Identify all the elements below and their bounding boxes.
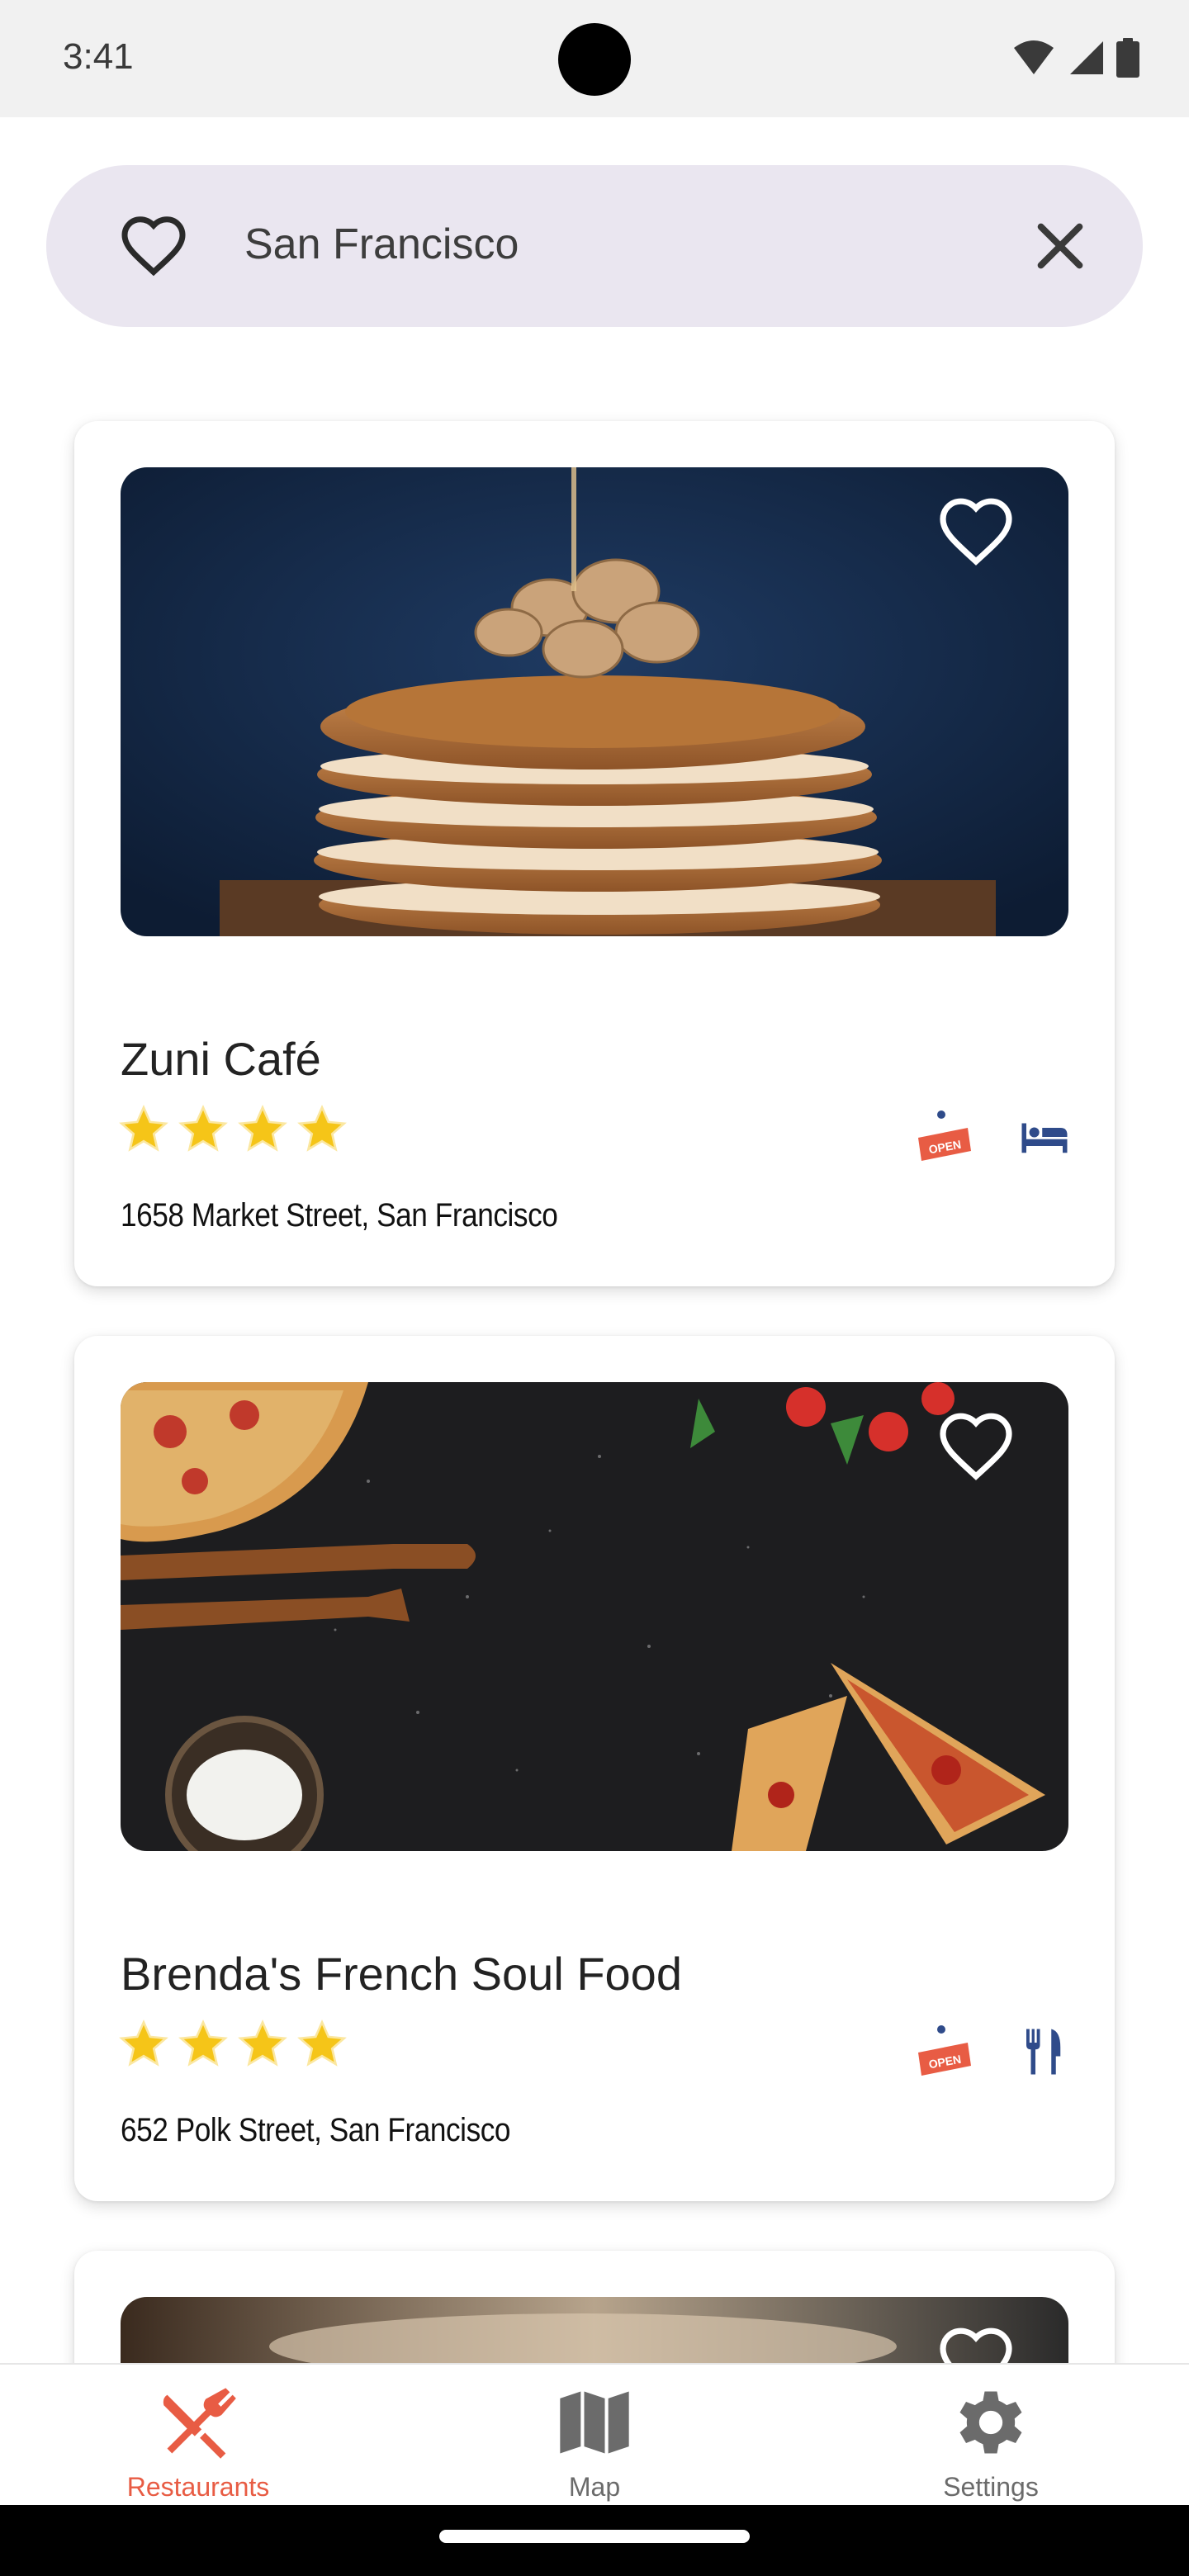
nav-item-restaurants[interactable]: Restaurants (0, 2365, 396, 2507)
nav-label-map: Map (568, 2472, 621, 2502)
status-icons (1012, 38, 1139, 78)
restaurant-address: 1658 Market Street, San Francisco (121, 1197, 558, 1234)
open-sign-icon: OPEN (918, 1110, 971, 1161)
search-input[interactable]: San Francisco (244, 220, 519, 269)
nav-label-restaurants: Restaurants (126, 2472, 270, 2502)
signal-icon (1070, 41, 1103, 74)
home-indicator[interactable] (439, 2530, 750, 2543)
star-icon (119, 2020, 168, 2067)
map-icon (560, 2391, 629, 2454)
nav-item-settings[interactable]: Settings (793, 2365, 1189, 2507)
restaurant-name: Brenda's French Soul Food (121, 1948, 682, 2000)
pancakes-photo (121, 467, 1068, 936)
restaurant-address: 652 Polk Street, San Francisco (121, 2112, 511, 2148)
favorite-heart-icon[interactable] (936, 1407, 1016, 1486)
status-time: 3:41 (63, 36, 134, 77)
pizza-photo (121, 1382, 1068, 1851)
favorite-heart-icon[interactable] (936, 492, 1016, 571)
system-navigation-bar (0, 2505, 1189, 2576)
nav-item-map[interactable]: Map (396, 2365, 793, 2507)
camera-cutout (558, 23, 631, 96)
utensils-cross-icon (163, 2388, 236, 2459)
gear-icon (959, 2391, 1022, 2454)
battery-icon (1116, 38, 1139, 78)
heart-outline-icon[interactable] (119, 211, 188, 281)
restaurant-image (121, 467, 1068, 936)
star-icon (297, 2020, 347, 2067)
star-icon (238, 1105, 287, 1152)
star-rating (117, 1103, 348, 1156)
restaurant-card[interactable]: Zuni Café OPEN 1658 Market Street, San F… (74, 421, 1115, 1286)
star-icon (119, 1105, 168, 1152)
restaurant-image (121, 1382, 1068, 1851)
restaurant-name: Zuni Café (121, 1033, 321, 1085)
status-bar: 3:41 (0, 0, 1189, 117)
bed-icon (1021, 1123, 1068, 1153)
restaurant-card[interactable]: Brenda's French Soul Food OPEN 652 Polk … (74, 1336, 1115, 2201)
star-icon (238, 2020, 287, 2067)
star-icon (178, 2020, 228, 2067)
bottom-navigation: Restaurants Map Settings (0, 2363, 1189, 2505)
search-bar[interactable]: San Francisco (46, 165, 1143, 327)
wifi-icon (1014, 40, 1054, 74)
nav-label-settings: Settings (943, 2472, 1039, 2502)
star-rating (117, 2018, 348, 2071)
star-icon (297, 1105, 347, 1152)
utensils-icon (1026, 2029, 1061, 2075)
open-sign-icon: OPEN (918, 2025, 971, 2076)
close-icon[interactable] (1027, 213, 1093, 279)
star-icon (178, 1105, 228, 1152)
